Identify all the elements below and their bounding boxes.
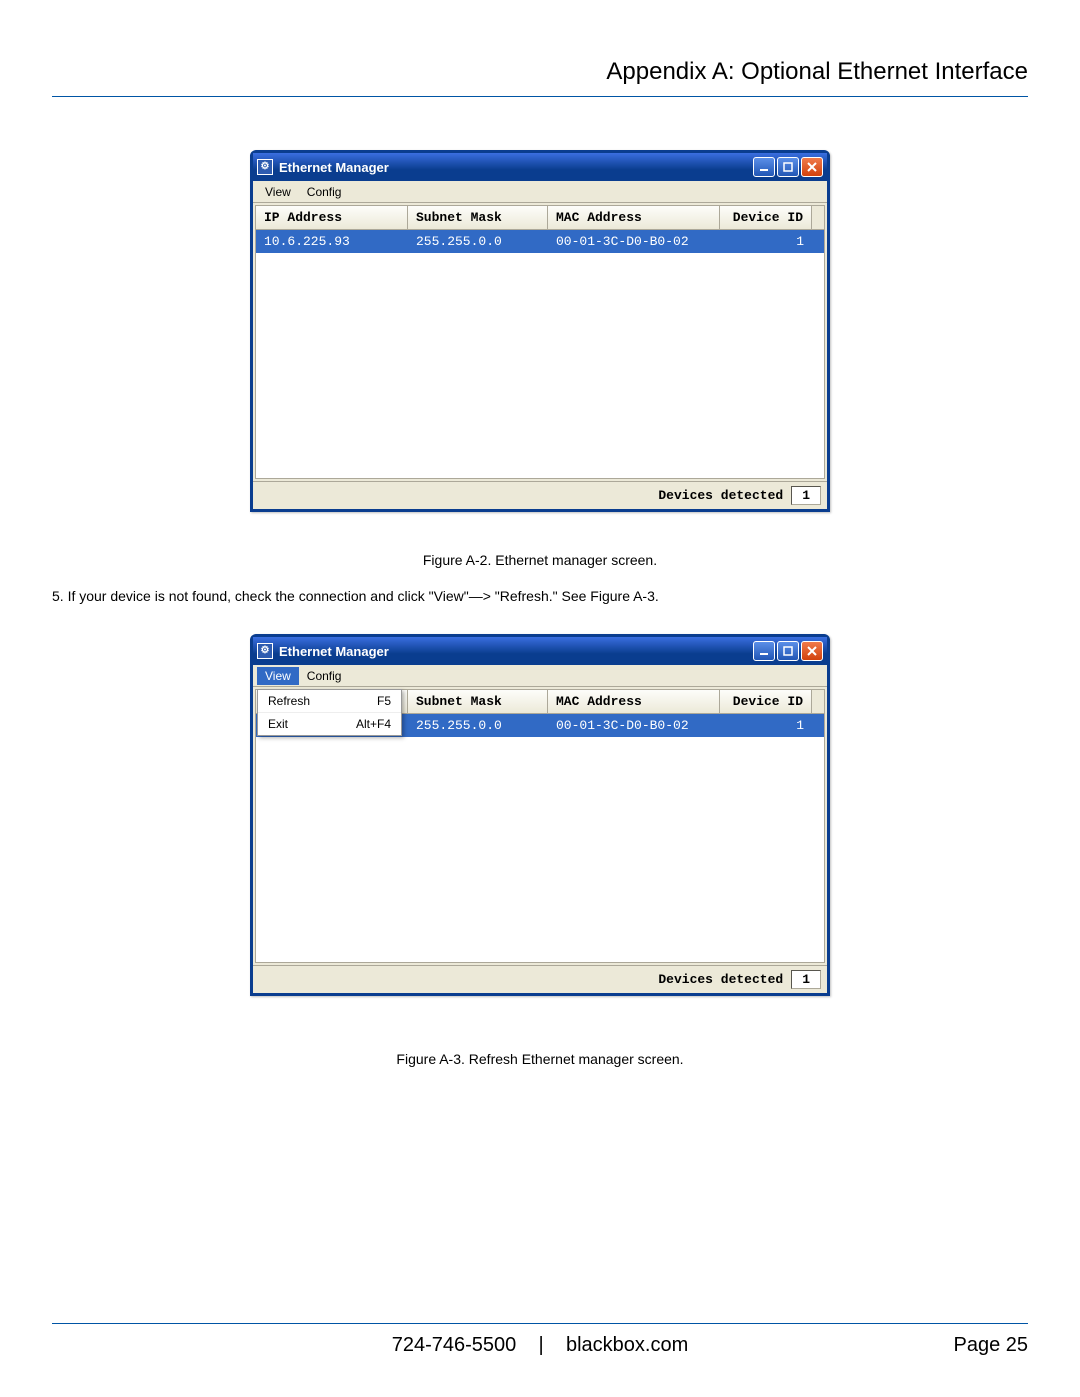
col-mac[interactable]: MAC Address <box>548 206 720 229</box>
menu-config[interactable]: Config <box>299 183 350 201</box>
view-dropdown: Refresh F5 Exit Alt+F4 <box>257 689 402 736</box>
statusbar: Devices detected 1 <box>253 965 827 993</box>
footer-site: blackbox.com <box>566 1334 688 1356</box>
menu-view[interactable]: View <box>257 183 299 201</box>
col-ip[interactable]: IP Address <box>256 206 408 229</box>
minimize-button[interactable] <box>753 157 775 177</box>
col-mask[interactable]: Subnet Mask <box>408 206 548 229</box>
col-mac[interactable]: MAC Address <box>548 690 720 713</box>
app-icon: ⚙ <box>257 159 273 175</box>
content-area: ⚙ Ethernet Manager View Config IP Addres… <box>52 150 1028 1087</box>
table-row[interactable]: 10.6.225.93 255.255.0.0 00-01-3C-D0-B0-0… <box>256 230 824 253</box>
cell-id: 1 <box>720 714 812 737</box>
cell-mac: 00-01-3C-D0-B0-02 <box>548 230 720 253</box>
minimize-button[interactable] <box>753 641 775 661</box>
table-body <box>256 253 824 478</box>
figure-caption-a2: Figure A-2. Ethernet manager screen. <box>52 552 1028 568</box>
cell-ip: 10.6.225.93 <box>256 230 408 253</box>
menubar: View Refresh F5 Exit Alt+F4 Config <box>253 665 827 687</box>
maximize-button[interactable] <box>777 157 799 177</box>
page-header: Appendix A: Optional Ethernet Interface <box>52 58 1028 97</box>
menu-exit[interactable]: Exit Alt+F4 <box>258 713 401 735</box>
status-count: 1 <box>791 486 821 505</box>
app-icon: ⚙ <box>257 643 273 659</box>
menu-refresh-label: Refresh <box>268 694 310 708</box>
menu-exit-label: Exit <box>268 717 288 731</box>
status-label: Devices detected <box>658 972 783 987</box>
col-mask[interactable]: Subnet Mask <box>408 690 548 713</box>
figure-caption-a3: Figure A-3. Refresh Ethernet manager scr… <box>52 1051 1028 1067</box>
cell-id: 1 <box>720 230 812 253</box>
table-header: IP Address Subnet Mask MAC Address Devic… <box>256 206 824 230</box>
status-label: Devices detected <box>658 488 783 503</box>
page-footer: 724-746-5500 | blackbox.com Page 25 <box>52 1323 1028 1357</box>
maximize-button[interactable] <box>777 641 799 661</box>
status-count: 1 <box>791 970 821 989</box>
menu-refresh[interactable]: Refresh F5 <box>258 690 401 713</box>
menu-view-label: View <box>265 669 291 683</box>
menu-refresh-key: F5 <box>377 694 391 708</box>
footer-divider: | <box>539 1334 544 1356</box>
menu-config[interactable]: Config <box>299 667 350 685</box>
menubar: View Config <box>253 181 827 203</box>
close-button[interactable] <box>801 641 823 661</box>
cell-mask: 255.255.0.0 <box>408 714 548 737</box>
col-id[interactable]: Device ID <box>720 690 812 713</box>
titlebar[interactable]: ⚙ Ethernet Manager <box>253 637 827 665</box>
window-title: Ethernet Manager <box>279 160 751 175</box>
cell-mac: 00-01-3C-D0-B0-02 <box>548 714 720 737</box>
page-title: Appendix A: Optional Ethernet Interface <box>606 58 1028 85</box>
cell-mask: 255.255.0.0 <box>408 230 548 253</box>
statusbar: Devices detected 1 <box>253 481 827 509</box>
window-title: Ethernet Manager <box>279 644 751 659</box>
footer-phone: 724-746-5500 <box>392 1334 517 1356</box>
close-button[interactable] <box>801 157 823 177</box>
menu-view[interactable]: View Refresh F5 Exit Alt+F4 <box>257 667 299 685</box>
menu-exit-key: Alt+F4 <box>356 717 391 731</box>
device-table: IP Address Subnet Mask MAC Address Devic… <box>255 205 825 479</box>
instruction-step5: 5. If your device is not found, check th… <box>52 588 1028 604</box>
footer-contact: 724-746-5500 | blackbox.com <box>52 1334 1028 1357</box>
window-ethernet-manager-2: ⚙ Ethernet Manager View Refresh F5 <box>250 634 830 996</box>
titlebar[interactable]: ⚙ Ethernet Manager <box>253 153 827 181</box>
window-ethernet-manager-1: ⚙ Ethernet Manager View Config IP Addres… <box>250 150 830 512</box>
col-id[interactable]: Device ID <box>720 206 812 229</box>
table-body <box>256 737 824 962</box>
